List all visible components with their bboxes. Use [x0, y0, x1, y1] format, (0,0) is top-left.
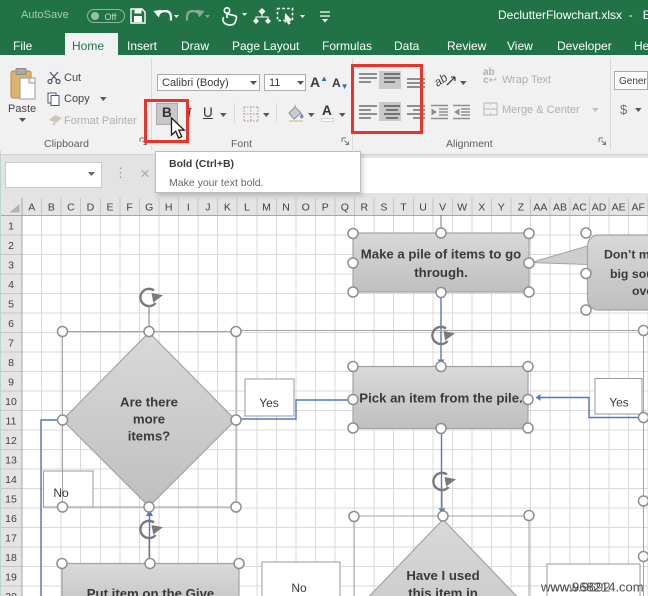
svg-text:1: 1: [8, 221, 14, 233]
svg-text:B: B: [48, 202, 55, 214]
svg-text:items?: items?: [128, 429, 171, 444]
svg-text:Make a pile of items to go: Make a pile of items to go: [361, 247, 521, 262]
svg-text:N: N: [282, 202, 290, 214]
svg-text:7: 7: [8, 338, 14, 350]
svg-text:8: 8: [8, 357, 14, 369]
svg-text:Don’t ma: Don’t ma: [604, 248, 648, 262]
svg-text:6: 6: [8, 318, 14, 330]
svg-text:W: W: [457, 202, 467, 214]
svg-text:over: over: [632, 284, 648, 298]
svg-text:Z: Z: [518, 202, 525, 214]
svg-text:18: 18: [5, 552, 17, 564]
svg-text:AC: AC: [572, 202, 587, 214]
svg-text:M: M: [262, 202, 271, 214]
svg-text:5: 5: [8, 299, 14, 311]
svg-text:AA: AA: [533, 202, 547, 214]
svg-text:E: E: [107, 202, 114, 214]
svg-text:T: T: [400, 202, 407, 214]
svg-text:big sou: big sou: [610, 267, 648, 281]
svg-text:AD: AD: [592, 202, 607, 214]
svg-text:AB: AB: [553, 202, 567, 214]
svg-text:AF: AF: [632, 202, 645, 214]
svg-text:13: 13: [5, 455, 17, 467]
svg-text:Put item on the Give: Put item on the Give: [87, 586, 215, 596]
svg-text:F: F: [126, 202, 132, 214]
svg-text:www.9692: www.9692: [550, 580, 611, 595]
svg-text:16: 16: [5, 513, 17, 525]
svg-text:A: A: [28, 202, 35, 214]
svg-text:11: 11: [6, 416, 17, 428]
svg-text:17: 17: [5, 533, 17, 545]
svg-text:C: C: [67, 202, 75, 214]
svg-text:19: 19: [5, 572, 17, 584]
svg-text:No: No: [53, 486, 69, 500]
svg-text:X: X: [478, 202, 485, 214]
svg-text:Yes: Yes: [609, 396, 629, 410]
svg-text:I: I: [187, 202, 190, 214]
svg-text:through.: through.: [414, 265, 467, 280]
svg-text:Have I used: Have I used: [406, 568, 479, 583]
svg-text:AE: AE: [612, 202, 626, 214]
svg-text:G: G: [145, 202, 153, 214]
svg-text:H: H: [165, 202, 173, 214]
svg-text:12: 12: [5, 435, 17, 447]
svg-text:D: D: [87, 202, 95, 214]
svg-text:Pick an item from the pile.: Pick an item from the pile.: [359, 391, 522, 406]
svg-text:Are there: Are there: [120, 395, 178, 410]
svg-text:O: O: [302, 202, 310, 214]
svg-text:9: 9: [8, 377, 14, 389]
svg-text:P: P: [322, 202, 329, 214]
svg-text:20: 20: [5, 591, 17, 596]
svg-text:4: 4: [8, 279, 14, 291]
svg-text:Q: Q: [341, 202, 349, 214]
svg-text:L: L: [244, 202, 250, 214]
svg-text:Yes: Yes: [259, 396, 279, 410]
svg-text:S: S: [380, 202, 387, 214]
svg-text:V: V: [439, 202, 446, 214]
svg-text:more: more: [133, 412, 165, 427]
svg-text:15: 15: [5, 494, 17, 506]
svg-text:J: J: [205, 202, 210, 214]
svg-text:this item in: this item in: [408, 586, 478, 596]
svg-text:14: 14: [5, 474, 17, 486]
svg-text:K: K: [224, 202, 231, 214]
svg-text:Y: Y: [498, 202, 505, 214]
svg-text:U: U: [419, 202, 427, 214]
svg-text:No: No: [291, 581, 307, 595]
svg-text:3: 3: [8, 260, 14, 272]
svg-text:2: 2: [8, 240, 14, 252]
svg-text:10: 10: [5, 396, 17, 408]
svg-text:R: R: [361, 202, 369, 214]
